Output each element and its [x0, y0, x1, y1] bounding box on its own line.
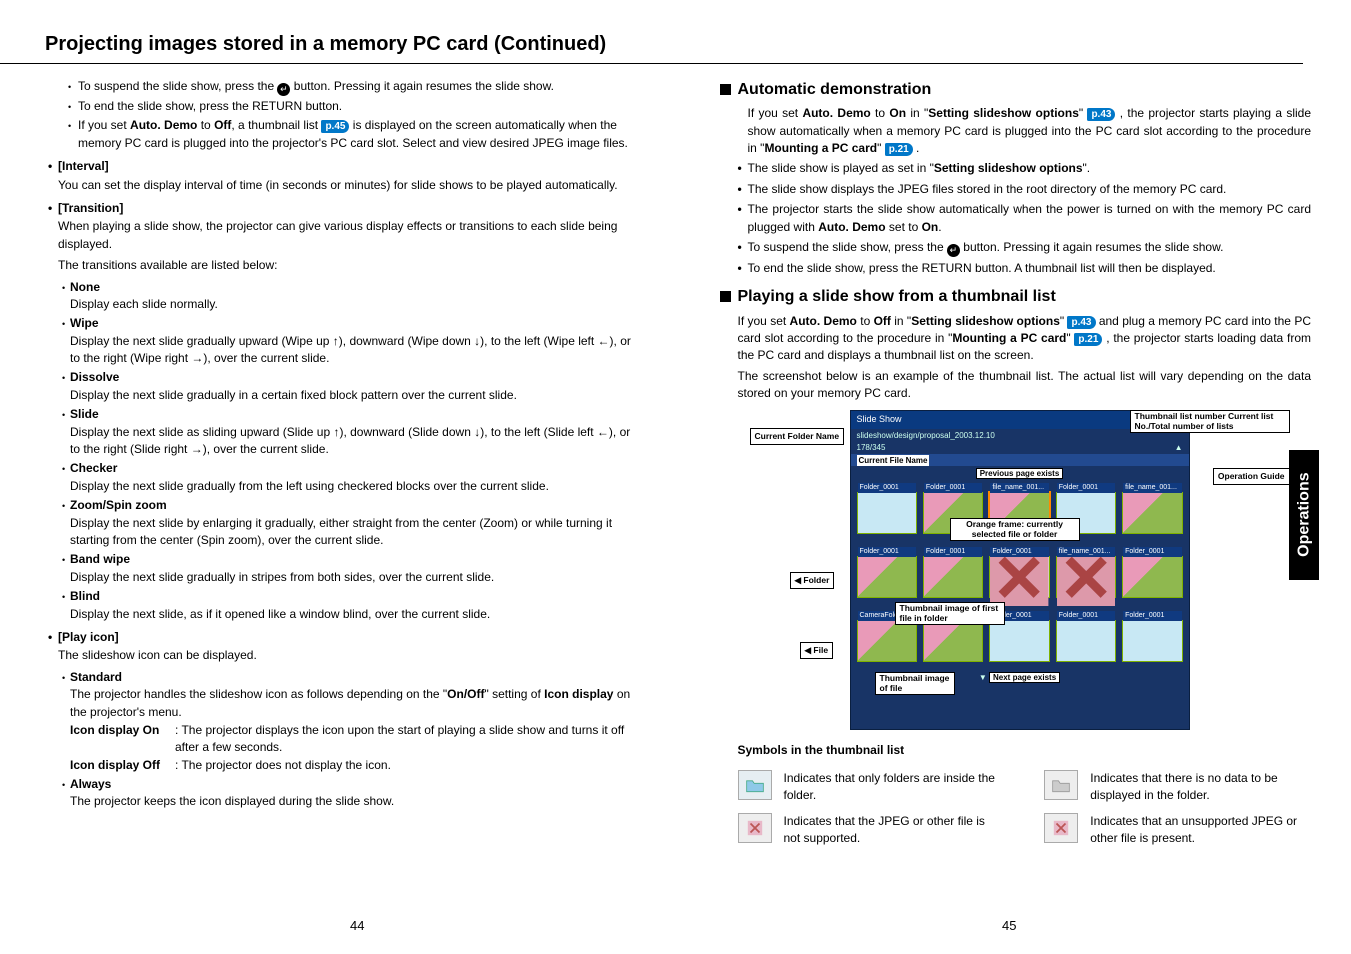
- sym-text-1: Indicates that only folders are inside t…: [784, 770, 1005, 805]
- thumb-bad: Folder_0001: [989, 556, 1049, 598]
- thumb-bad: file_name_001...: [1056, 556, 1116, 598]
- transition-body2: The transitions available are listed bel…: [48, 257, 640, 274]
- thumb-file: Folder_0001: [857, 556, 917, 598]
- thumbnail-figure: Slide Show slideshow/design/proposal_200…: [760, 410, 1280, 730]
- auto-bp5: To end the slide show, press the RETURN …: [720, 260, 1312, 277]
- page-number-right: 45: [1002, 917, 1016, 936]
- always-body: The projector keeps the icon displayed d…: [48, 793, 640, 810]
- folder-only-icon: [738, 770, 772, 800]
- sym-text-2: Indicates that the JPEG or other file is…: [784, 813, 1005, 848]
- none-body: Display each slide normally.: [48, 296, 640, 313]
- enter-icon: ↵: [277, 83, 290, 96]
- bandwipe-body: Display the next slide gradually in stri…: [48, 569, 640, 586]
- wipe-head: Wipe: [48, 315, 640, 332]
- playicon-body: The slideshow icon can be displayed.: [48, 647, 640, 664]
- thumb-folder: Folder_0001: [989, 620, 1049, 662]
- thumb-folder: Folder_0001: [1122, 620, 1182, 662]
- playicon-head: [Play icon]: [48, 629, 640, 646]
- sym-text-4: Indicates that an unsupported JPEG or ot…: [1090, 813, 1311, 848]
- thumb-file: file_name_001...: [1122, 492, 1182, 534]
- zoom-head: Zoom/Spin zoom: [48, 497, 640, 514]
- blind-body: Display the next slide, as if it opened …: [48, 606, 640, 623]
- slide-head: Slide: [48, 406, 640, 423]
- blind-head: Blind: [48, 588, 640, 605]
- zoom-body: Display the next slide by enlarging it g…: [48, 515, 640, 550]
- none-head: None: [48, 279, 640, 296]
- unsupported-present-icon: [1044, 813, 1078, 843]
- dissolve-body: Display the next slide gradually in a ce…: [48, 387, 640, 404]
- label-thumb-first: Thumbnail image of first file in folder: [895, 602, 1005, 625]
- label-folder: ◀ Folder: [790, 572, 835, 588]
- thumb-folder: Folder_0001: [857, 492, 917, 534]
- interval-body: You can set the display interval of time…: [48, 177, 640, 194]
- label-file: ◀ File: [800, 642, 834, 658]
- bullet-end: To end the slide show, press the RETURN …: [48, 98, 640, 115]
- sym-text-3: Indicates that there is no data to be di…: [1090, 770, 1311, 805]
- auto-bp4: To suspend the slide show, press the ↵ b…: [720, 239, 1312, 257]
- always-head: Always: [48, 776, 640, 793]
- page-ref-21a: p.21: [885, 143, 913, 156]
- auto-bp1: The slide show is played as set in "Sett…: [720, 160, 1312, 177]
- page-title: Projecting images stored in a memory PC …: [0, 0, 1303, 64]
- bullet-suspend: To suspend the slide show, press the ↵ b…: [48, 78, 640, 96]
- page-ref-43a: p.43: [1087, 108, 1115, 121]
- label-current-folder: Current Folder Name: [750, 428, 845, 444]
- icon-display-defs: Icon display On: The projector displays …: [48, 722, 640, 774]
- auto-bp3: The projector starts the slide show auto…: [720, 201, 1312, 236]
- left-column: To suspend the slide show, press the ↵ b…: [48, 78, 640, 855]
- checker-head: Checker: [48, 460, 640, 477]
- slide-body: Display the next slide as sliding upward…: [48, 424, 640, 459]
- auto-bp2: The slide show displays the JPEG files s…: [720, 181, 1312, 198]
- unsupported-file-icon: [738, 813, 772, 843]
- wipe-body: Display the next slide gradually upward …: [48, 333, 640, 368]
- page-ref-45: p.45: [321, 120, 349, 133]
- side-tab-operations: Operations: [1289, 450, 1319, 580]
- label-thumb-file: Thumbnail image of file: [875, 672, 955, 695]
- thumb-file: CameraFolder: [857, 620, 917, 662]
- auto-demo-heading: Automatic demonstration: [720, 78, 1312, 101]
- page-ref-43b: p.43: [1067, 316, 1095, 329]
- right-column: Automatic demonstration If you set Auto.…: [720, 78, 1312, 855]
- label-thumb-number: Thumbnail list number Current list No./T…: [1130, 410, 1290, 433]
- dissolve-head: Dissolve: [48, 369, 640, 386]
- bullet-autodemo-off: If you set Auto. Demo to Off, a thumbnai…: [48, 117, 640, 152]
- thumb-intro: If you set Auto. Demo to Off in "Setting…: [720, 313, 1312, 365]
- enter-icon: ↵: [947, 244, 960, 257]
- thumb-folder: Folder_0001: [1056, 620, 1116, 662]
- transition-head: [Transition]: [48, 200, 640, 217]
- transition-body: When playing a slide show, the projector…: [48, 218, 640, 253]
- thumb-file: Folder_0001: [923, 556, 983, 598]
- symbols-grid: Indicates that only folders are inside t…: [720, 770, 1312, 856]
- auto-demo-intro: If you set Auto. Demo to On in "Setting …: [720, 105, 1312, 157]
- thumb-heading: Playing a slide show from a thumbnail li…: [720, 285, 1312, 308]
- standard-body: The projector handles the slideshow icon…: [48, 686, 640, 721]
- bandwipe-head: Band wipe: [48, 551, 640, 568]
- thumb-file: Folder_0001: [1122, 556, 1182, 598]
- thumb-note: The screenshot below is an example of th…: [720, 368, 1312, 403]
- empty-folder-icon: [1044, 770, 1078, 800]
- interval-head: [Interval]: [48, 158, 640, 175]
- label-orange-frame: Orange frame: currently selected file or…: [950, 518, 1080, 541]
- checker-body: Display the next slide gradually from th…: [48, 478, 640, 495]
- page-ref-21b: p.21: [1074, 333, 1102, 346]
- page-number-left: 44: [350, 917, 364, 936]
- symbols-heading: Symbols in the thumbnail list: [738, 742, 1312, 759]
- standard-head: Standard: [48, 669, 640, 686]
- thumb-file: Folder_0001: [923, 620, 983, 662]
- label-op-guide: Operation Guide: [1213, 468, 1290, 484]
